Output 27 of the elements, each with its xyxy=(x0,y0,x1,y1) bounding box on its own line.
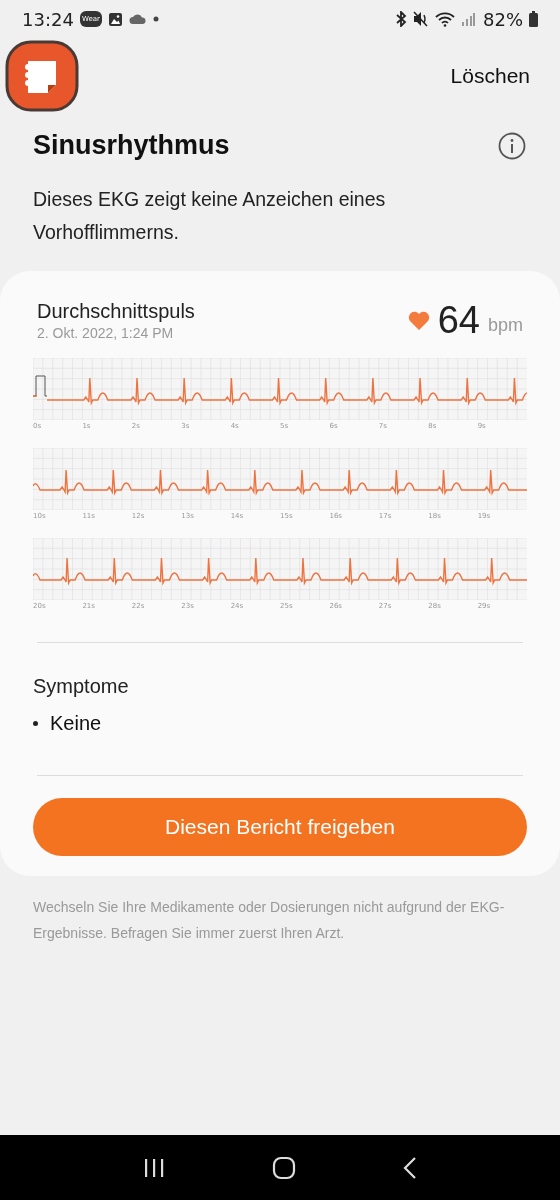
wifi-icon xyxy=(435,11,455,27)
battery-percentage: 82% xyxy=(483,8,523,30)
home-icon[interactable] xyxy=(272,1155,296,1180)
result-description: Dieses EKG zeigt keine Anzeichen eines Vorhofflimmerns. xyxy=(33,187,387,245)
disclaimer-text: Wechseln Sie Ihre Medikamente oder Dosierungen nicht aufgrund der EKG-Ergebnisse. Befragen Sie immer zuerst Ihren Arzt. xyxy=(33,898,506,943)
recent-apps-icon[interactable] xyxy=(143,1157,166,1178)
bluetooth-icon xyxy=(395,11,407,27)
symptoms-heading: Symptome xyxy=(33,675,130,698)
symptom-item: Keine xyxy=(50,712,102,735)
cloud-icon xyxy=(128,13,147,25)
battery-icon xyxy=(529,11,538,27)
pulse-label: Durchschnittspuls xyxy=(37,300,196,323)
info-icon[interactable] xyxy=(498,131,526,160)
heart-icon xyxy=(407,310,430,331)
heart-rate-unit: bpm xyxy=(488,315,523,336)
heart-rate-value: 64 xyxy=(437,299,480,342)
record-date: 2. Okt. 2022, 1:24 PM xyxy=(37,325,175,341)
dot-icon xyxy=(152,16,159,22)
clock: 13:24 xyxy=(22,8,74,30)
notebook-icon[interactable] xyxy=(4,39,80,113)
delete-button[interactable]: Löschen xyxy=(446,60,534,92)
back-icon[interactable] xyxy=(402,1156,417,1179)
result-title: Sinusrhythmus xyxy=(33,130,230,161)
bullet-icon xyxy=(33,721,38,726)
image-icon xyxy=(107,11,123,27)
signal-icon xyxy=(461,12,475,26)
mute-icon xyxy=(413,11,429,27)
